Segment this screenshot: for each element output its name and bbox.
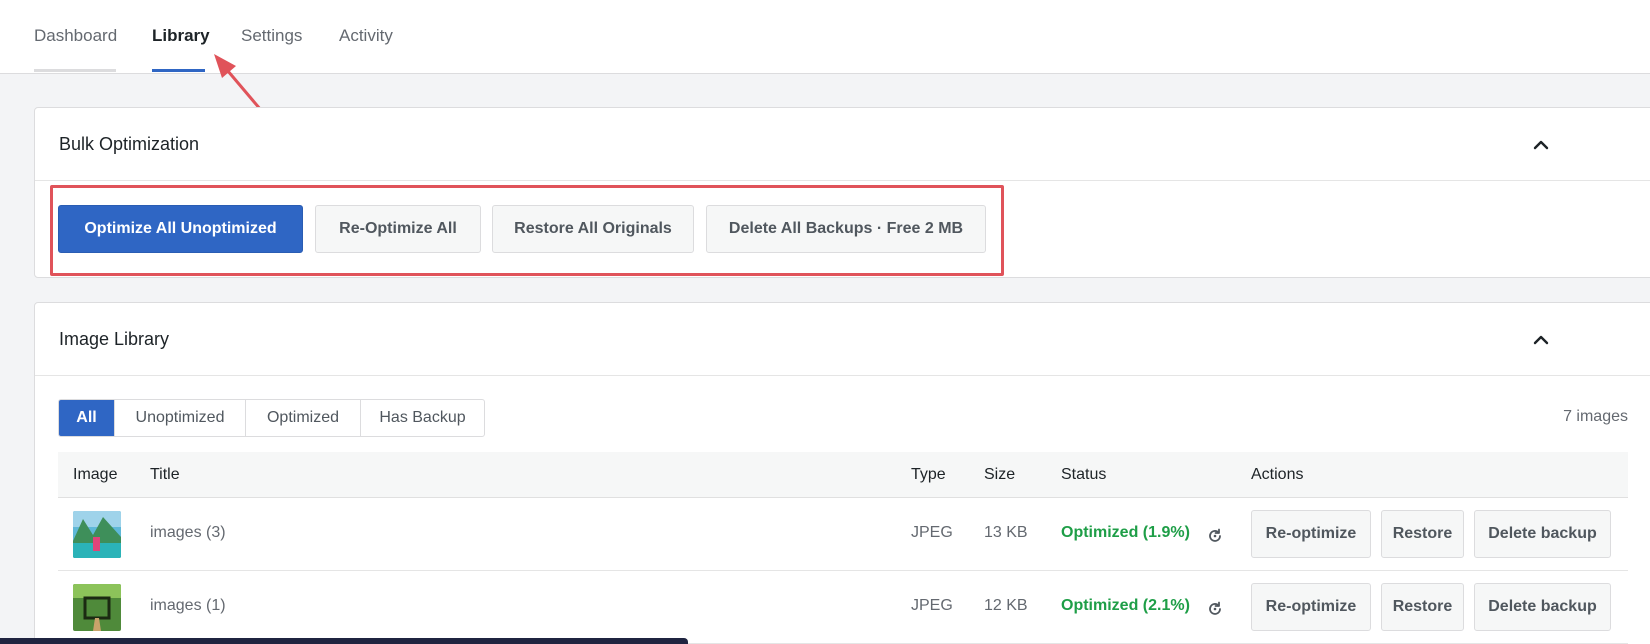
row-status: Optimized (2.1%) (1061, 597, 1190, 614)
bulk-panel-header[interactable]: Bulk Optimization (35, 108, 1650, 181)
column-header-image: Image (73, 466, 118, 483)
row-size: 13 KB (984, 524, 1028, 541)
table-header: Image Title Type Size Status Actions (58, 452, 1628, 498)
image-thumbnail[interactable] (73, 511, 121, 558)
restore-label: Restore (1392, 525, 1453, 542)
restore-label: Restore (1392, 598, 1453, 615)
table-row: images (1) JPEG 12 KB Optimized (2.1%) R… (58, 571, 1628, 644)
library-panel-title: Image Library (59, 329, 170, 349)
row-title: images (3) (150, 524, 226, 541)
tab-dashboard-underline (34, 69, 116, 72)
filter-all-label: All (76, 409, 97, 426)
tab-dashboard-label: Dashboard (34, 26, 118, 45)
refresh-icon[interactable] (1207, 601, 1223, 617)
table-row: images (3) JPEG 13 KB Optimized (1.9%) R… (58, 498, 1628, 571)
optimize-all-unoptimized-button[interactable]: Optimize All Unoptimized (58, 205, 303, 253)
row-type: JPEG (911, 524, 953, 541)
refresh-icon[interactable] (1207, 528, 1223, 544)
filter-all[interactable]: All (59, 400, 115, 436)
restore-button[interactable]: Restore (1381, 510, 1464, 558)
filter-has-backup-label: Has Backup (379, 409, 466, 426)
delete-backup-label: Delete backup (1488, 598, 1597, 615)
filter-has-backup[interactable]: Has Backup (361, 400, 484, 436)
restore-all-originals-button[interactable]: Restore All Originals (492, 205, 694, 253)
row-type: JPEG (911, 597, 953, 614)
delete-all-backups-label: Delete All Backups · Free 2 MB (728, 220, 964, 237)
delete-backup-label: Delete backup (1488, 525, 1597, 542)
column-header-size: Size (984, 466, 1016, 483)
column-header-status: Status (1061, 466, 1107, 483)
tab-settings-label: Settings (241, 26, 303, 45)
re-optimize-all-button[interactable]: Re-Optimize All (315, 205, 481, 253)
bottom-dock-bar (0, 638, 688, 644)
tab-library-label: Library (152, 26, 210, 45)
re-optimize-label: Re-optimize (1265, 598, 1357, 615)
tab-activity-label: Activity (339, 26, 393, 45)
library-filter-group: All Unoptimized Optimized Has Backup (58, 399, 485, 437)
filter-unoptimized-label: Unoptimized (135, 409, 225, 426)
filter-optimized[interactable]: Optimized (246, 400, 361, 436)
image-thumbnail[interactable] (73, 584, 121, 631)
re-optimize-button[interactable]: Re-optimize (1251, 583, 1371, 631)
library-panel-header[interactable]: Image Library (35, 303, 1650, 376)
restore-all-originals-label: Restore All Originals (514, 220, 672, 237)
re-optimize-all-label: Re-Optimize All (339, 220, 457, 237)
tab-library-underline (152, 69, 205, 72)
restore-button[interactable]: Restore (1381, 583, 1464, 631)
delete-backup-button[interactable]: Delete backup (1474, 583, 1611, 631)
re-optimize-label: Re-optimize (1265, 525, 1357, 542)
tab-library[interactable]: Library (152, 26, 210, 72)
column-header-actions: Actions (1251, 466, 1304, 483)
re-optimize-button[interactable]: Re-optimize (1251, 510, 1371, 558)
column-header-type: Type (911, 466, 946, 483)
filter-optimized-label: Optimized (266, 409, 340, 426)
row-status: Optimized (1.9%) (1061, 524, 1190, 541)
bulk-panel-title: Bulk Optimization (59, 134, 200, 154)
column-header-title: Title (150, 466, 180, 483)
optimize-all-unoptimized-label: Optimize All Unoptimized (84, 220, 277, 237)
row-size: 12 KB (984, 597, 1028, 614)
tab-activity[interactable]: Activity (339, 26, 399, 72)
row-title: images (1) (150, 597, 226, 614)
tab-dashboard[interactable]: Dashboard (34, 26, 118, 72)
delete-all-backups-button[interactable]: Delete All Backups · Free 2 MB (706, 205, 986, 253)
delete-backup-button[interactable]: Delete backup (1474, 510, 1611, 558)
image-count: 7 images (1563, 408, 1628, 425)
filter-unoptimized[interactable]: Unoptimized (115, 400, 246, 436)
chevron-up-icon[interactable] (1531, 330, 1551, 350)
chevron-up-icon[interactable] (1531, 135, 1551, 155)
